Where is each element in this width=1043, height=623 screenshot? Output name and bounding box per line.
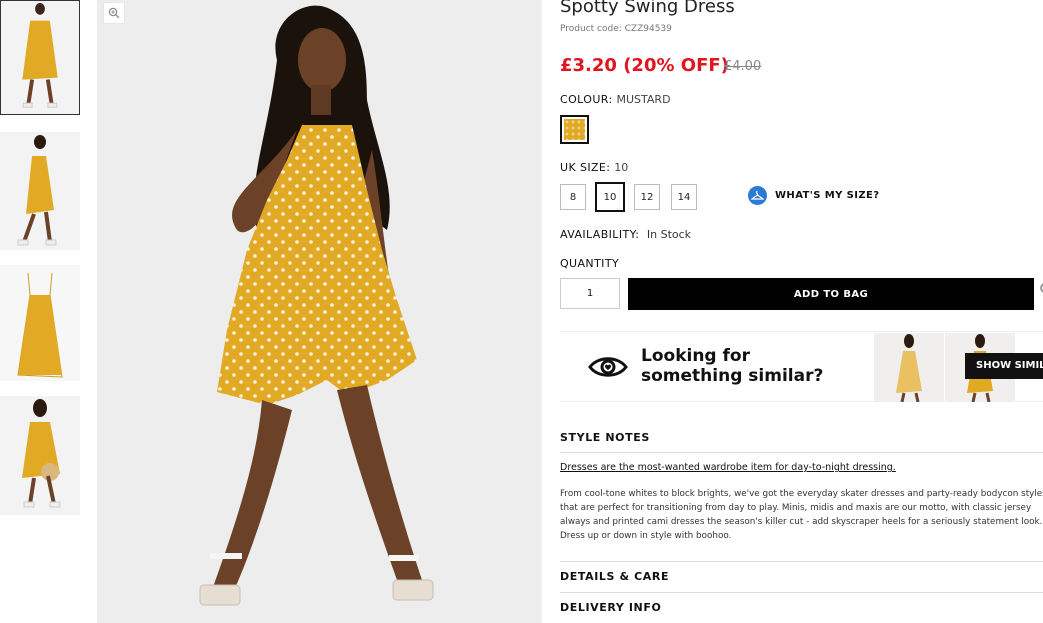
similar-items-banner: Looking for something similar? SHOW SIMI… <box>560 331 1043 402</box>
description-headline[interactable]: Dresses are the most-wanted wardrobe ite… <box>560 462 896 473</box>
similar-line-2: something similar? <box>641 366 824 386</box>
availability-value: In Stock <box>646 228 692 241</box>
eye-icon <box>588 357 628 377</box>
colour-swatch-mustard[interactable] <box>560 115 589 144</box>
product-title: Spotty Swing Dress <box>560 0 735 17</box>
original-price: £4.00 <box>724 59 762 74</box>
thumbnail-front[interactable] <box>0 0 80 115</box>
colour-label: COLOUR: MUSTARD <box>560 93 671 106</box>
size-guide-label: WHAT'S MY SIZE? <box>775 190 880 201</box>
divider <box>560 452 1043 453</box>
size-label: UK SIZE: 10 <box>560 161 628 174</box>
size-value: 10 <box>614 161 629 174</box>
zoom-icon <box>108 7 120 19</box>
size-label-key: UK SIZE: <box>560 161 611 174</box>
description-body: From cool-tone whites to block brights, … <box>560 489 1043 541</box>
similar-heading: Looking for something similar? <box>641 346 823 386</box>
availability: AVAILABILITY: In Stock <box>560 228 691 241</box>
hanger-icon <box>748 186 767 205</box>
availability-label: AVAILABILITY: <box>560 228 640 241</box>
size-options: 8 10 12 14 <box>560 182 708 212</box>
sale-price: £3.20 (20% OFF) <box>560 55 729 76</box>
size-option-10[interactable]: 10 <box>595 182 625 212</box>
quantity-input[interactable]: 1 <box>560 278 620 309</box>
colour-label-key: COLOUR: <box>560 93 613 106</box>
show-similar-button[interactable]: SHOW SIMILA <box>965 353 1043 379</box>
details-care-header[interactable]: DETAILS & CARE <box>560 570 1043 583</box>
quantity-label: QUANTITY <box>560 257 620 270</box>
divider <box>560 592 1043 593</box>
size-guide-link[interactable]: WHAT'S MY SIZE? <box>748 186 879 205</box>
style-notes-header[interactable]: STYLE NOTES <box>560 431 1043 444</box>
thumbnail-side[interactable] <box>0 132 80 250</box>
similar-line-1: Looking for <box>641 346 750 366</box>
add-to-bag-button[interactable]: ADD TO BAG <box>628 278 1034 310</box>
size-option-14[interactable]: 14 <box>671 184 697 210</box>
zoom-button[interactable] <box>103 2 125 24</box>
product-code: Product code: CZZ94539 <box>560 24 672 34</box>
thumbnail-hat[interactable] <box>0 396 80 515</box>
product-info-panel: Spotty Swing Dress Product code: CZZ9453… <box>560 0 1043 623</box>
thumbnail-flatlay[interactable] <box>0 265 80 381</box>
delivery-info-header[interactable]: DELIVERY INFO <box>560 601 1043 614</box>
divider <box>560 561 1043 562</box>
main-product-image[interactable] <box>97 0 542 623</box>
similar-thumb[interactable] <box>874 333 944 402</box>
colour-value: MUSTARD <box>616 93 671 106</box>
size-option-12[interactable]: 12 <box>634 184 660 210</box>
swatch-fill <box>564 119 585 140</box>
size-option-8[interactable]: 8 <box>560 184 586 210</box>
